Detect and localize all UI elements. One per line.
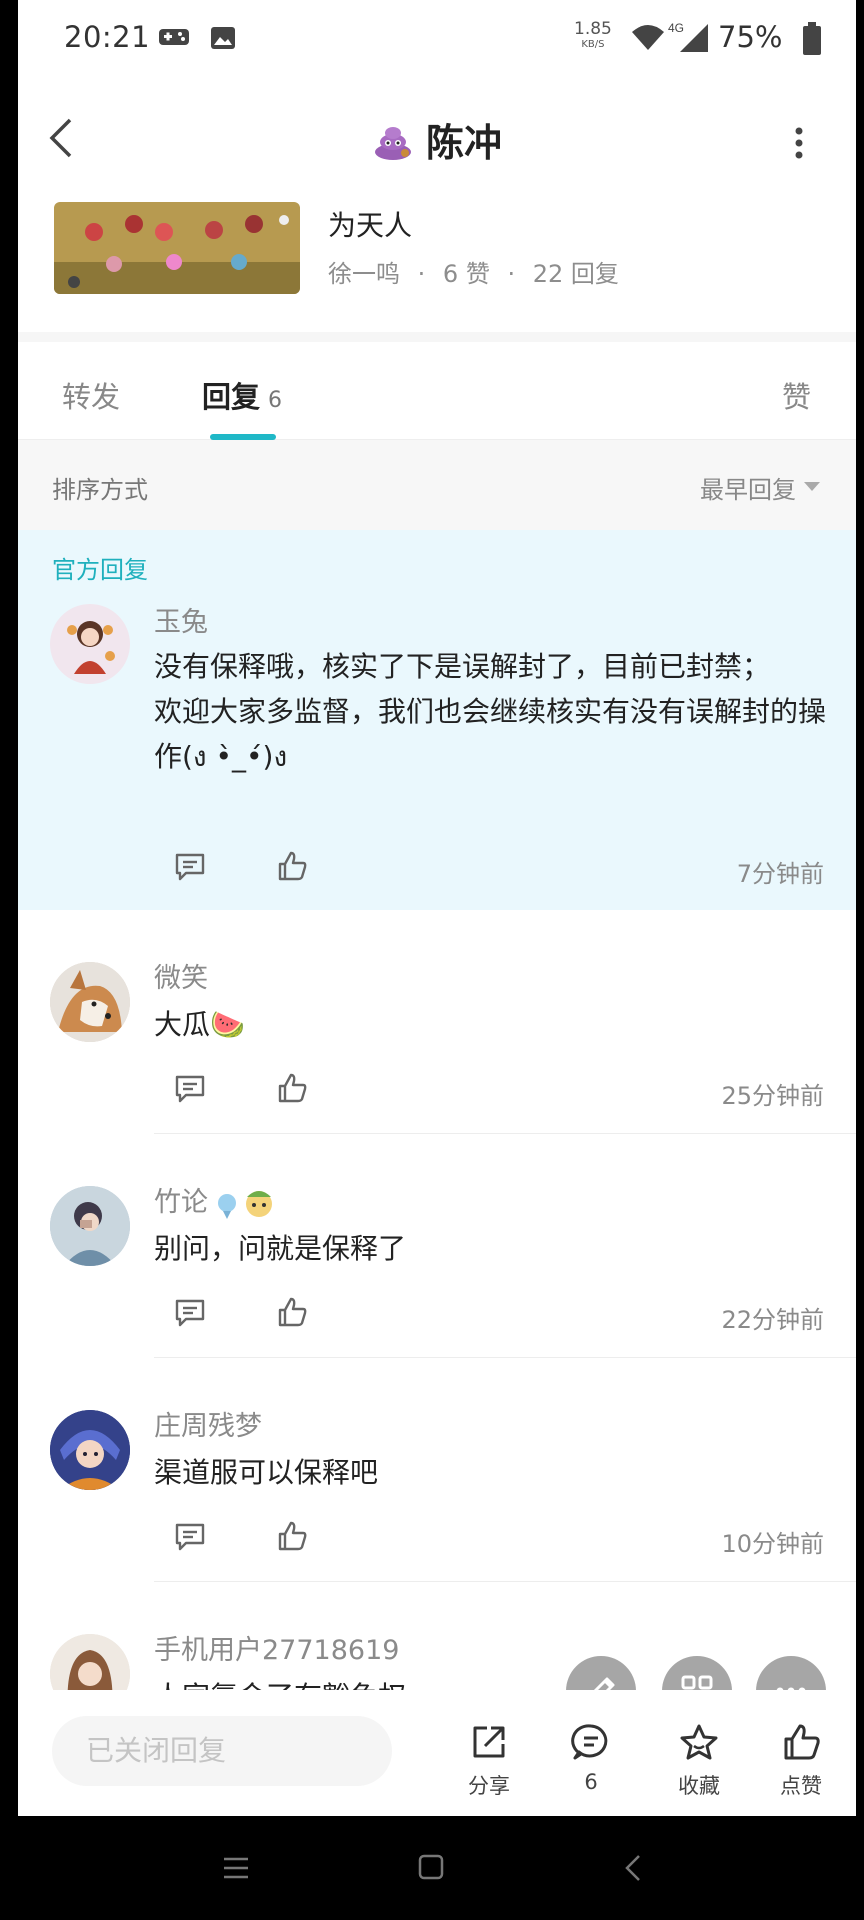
user-badge-icon xyxy=(217,1190,272,1219)
comment-text: 别问，问就是保释了 xyxy=(154,1232,407,1265)
back-icon[interactable] xyxy=(624,1854,642,1882)
comment-time: 10分钟前 xyxy=(721,1530,824,1558)
comment-text-line: 欢迎大家多监督，我们也会继续核实有没有误解封的操作(ง •̀_•́)ง xyxy=(154,695,827,773)
section-divider xyxy=(18,332,856,342)
post-likes: 6 赞 xyxy=(442,260,490,288)
network-type: 4G xyxy=(668,21,684,35)
comment-text: 大瓜🍉 xyxy=(154,1008,245,1041)
avatar[interactable] xyxy=(50,604,130,684)
commenter-name[interactable]: 庄周残梦 xyxy=(154,1404,262,1443)
home-icon[interactable] xyxy=(418,1854,444,1880)
wifi-icon xyxy=(632,25,664,50)
comment-item: 微笑 大瓜🍉 25分钟前 xyxy=(18,910,856,1134)
page-title-area: 陈冲 xyxy=(18,112,856,167)
tab-reply-label: 回复 xyxy=(202,380,261,414)
commenter-name[interactable]: 微笑 xyxy=(154,956,208,995)
gamepad-icon xyxy=(159,29,189,45)
poop-emoji-icon xyxy=(374,126,411,160)
comment-time: 25分钟前 xyxy=(721,1082,824,1110)
post-title: 为天人 xyxy=(328,209,413,242)
more-vertical-icon[interactable] xyxy=(794,126,804,160)
system-navigation-bar xyxy=(0,1816,864,1920)
avatar[interactable] xyxy=(50,1410,130,1490)
comment-icon[interactable] xyxy=(174,1074,206,1104)
official-reply-tag: 官方回复 xyxy=(52,556,148,584)
bottom-action-bar: 已关闭回复 分享 6 收藏 点赞 xyxy=(18,1690,856,1816)
commenter-name[interactable]: 玉兔 xyxy=(154,600,208,639)
caret-down-icon[interactable] xyxy=(804,482,820,491)
comment-item: 庄周残梦 渠道服可以保释吧 10分钟前 xyxy=(18,1358,856,1582)
star-icon xyxy=(680,1724,718,1760)
commenter-name[interactable]: 竹论 xyxy=(154,1180,277,1221)
commenter-name[interactable]: 手机用户27718619 xyxy=(154,1628,399,1667)
reply-input[interactable]: 已关闭回复 xyxy=(52,1716,392,1786)
thumbs-up-icon[interactable] xyxy=(276,1072,308,1104)
page-title: 陈冲 xyxy=(425,121,502,165)
comment-text-line: 没有保释哦，核实了下是误解封了，目前已封禁； xyxy=(154,650,771,683)
like-button[interactable]: 点赞 xyxy=(766,1722,836,1800)
status-bar: 20:21 1.85 KB/S 4G 75% xyxy=(18,0,856,78)
tab-reply[interactable]: 回复 6 xyxy=(202,374,282,416)
tab-like[interactable]: 赞 xyxy=(782,374,811,416)
app-screen: 20:21 1.85 KB/S 4G 75% 陈冲 为天人 徐一鸣 · 6 赞 … xyxy=(18,0,856,1816)
share-icon xyxy=(473,1726,505,1758)
tab-bar: 转发 回复 6 赞 xyxy=(18,342,856,440)
favorite-button[interactable]: 收藏 xyxy=(664,1722,734,1800)
official-reply: 官方回复 玉兔 没有保释哦，核实了下是误解封了，目前已封禁； 欢迎大家多监督，我… xyxy=(18,530,856,910)
battery-level: 75% xyxy=(718,20,783,54)
avatar[interactable] xyxy=(50,962,130,1042)
comment-icon[interactable] xyxy=(174,1298,206,1328)
meta-separator: · xyxy=(417,260,426,288)
comment-icon[interactable] xyxy=(174,852,206,882)
meta-separator: · xyxy=(507,260,516,288)
network-speed-unit: KB/S xyxy=(581,39,605,50)
battery-icon xyxy=(803,22,821,55)
comment-item: 竹论 别问，问就是保释了 22分钟前 xyxy=(18,1134,856,1358)
comment-text: 渠道服可以保释吧 xyxy=(154,1456,379,1489)
comment-time: 7分钟前 xyxy=(736,860,824,888)
comment-count: 6 xyxy=(584,1770,598,1794)
commenter-name-text: 竹论 xyxy=(154,1187,208,1218)
sort-dropdown[interactable]: 最早回复 xyxy=(700,470,796,505)
network-speed: 1.85 KB/S xyxy=(574,19,612,52)
image-icon xyxy=(211,27,235,49)
thumbs-up-icon[interactable] xyxy=(276,1296,308,1328)
top-bar: 陈冲 xyxy=(18,78,856,178)
comment-bubble-icon xyxy=(571,1724,608,1760)
comment-text: 没有保释哦，核实了下是误解封了，目前已封禁； 欢迎大家多监督，我们也会继续核实有… xyxy=(154,644,834,779)
thumbs-up-icon[interactable] xyxy=(276,1520,308,1552)
post-meta: 徐一鸣 · 6 赞 · 22 回复 xyxy=(328,254,619,289)
post-author[interactable]: 徐一鸣 xyxy=(328,260,400,288)
sort-bar: 排序方式 最早回复 xyxy=(18,440,856,530)
comment-item: 手机用户27718619 人家氪金了有豁免权 xyxy=(18,1582,856,1694)
thumbs-up-icon xyxy=(784,1724,820,1760)
post-card[interactable]: 为天人 徐一鸣 · 6 赞 · 22 回复 xyxy=(18,178,856,318)
share-button[interactable]: 分享 xyxy=(454,1722,524,1800)
network-speed-value: 1.85 xyxy=(574,19,612,39)
post-thumbnail xyxy=(54,202,300,294)
avatar[interactable] xyxy=(50,1634,130,1694)
sort-label: 排序方式 xyxy=(52,476,148,504)
status-time: 20:21 xyxy=(64,20,151,54)
comment-icon[interactable] xyxy=(174,1522,206,1552)
share-label: 分享 xyxy=(468,1774,510,1798)
tab-reply-count: 6 xyxy=(268,388,283,413)
like-label: 点赞 xyxy=(780,1774,822,1798)
comments-button[interactable]: 6 xyxy=(556,1722,626,1794)
avatar[interactable] xyxy=(50,1186,130,1266)
thumbs-up-icon[interactable] xyxy=(276,850,308,882)
signal-icon: 4G xyxy=(668,21,708,52)
favorite-label: 收藏 xyxy=(678,1774,720,1798)
menu-icon[interactable] xyxy=(222,1856,250,1880)
comment-time: 22分钟前 xyxy=(721,1306,824,1334)
post-replies: 22 回复 xyxy=(532,260,619,288)
tab-forward[interactable]: 转发 xyxy=(62,374,120,416)
